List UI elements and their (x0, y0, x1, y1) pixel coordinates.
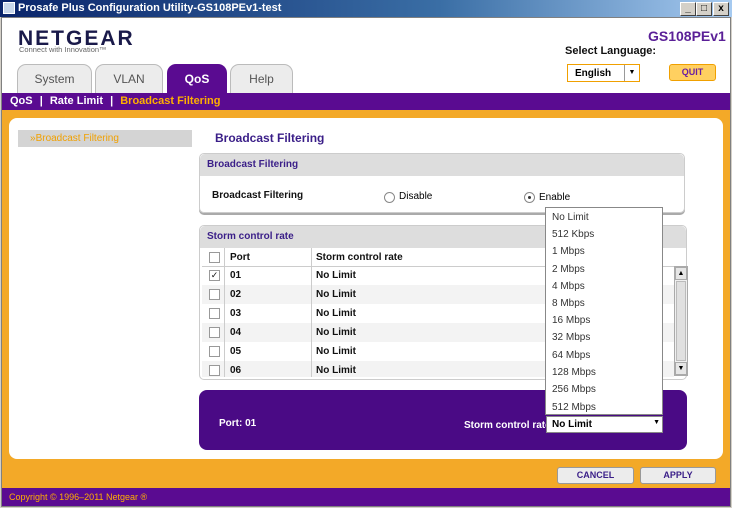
cancel-button[interactable]: CANCEL (557, 467, 634, 484)
column-divider (224, 248, 225, 377)
table-scrollbar[interactable]: ▲ ▼ (674, 266, 688, 376)
row-checkbox[interactable]: ✓ (209, 270, 220, 281)
broadcast-filtering-label: Broadcast Filtering (212, 190, 304, 201)
column-header-port: Port (230, 252, 250, 263)
column-divider (311, 248, 312, 377)
leftnav-item-broadcast-filtering[interactable]: »Broadcast Filtering (18, 130, 192, 147)
minimize-button[interactable]: _ (680, 2, 696, 16)
dropdown-option[interactable]: 128 Mbps (552, 367, 596, 378)
chevron-down-icon: ▼ (653, 419, 660, 426)
port-cell: 02 (230, 289, 242, 300)
scroll-thumb[interactable] (676, 281, 686, 361)
submenu-rate-limit[interactable]: Rate Limit (50, 95, 103, 107)
tab-vlan[interactable]: VLAN (95, 64, 163, 93)
submenu-separator: | (110, 95, 114, 107)
enable-radio[interactable] (524, 192, 535, 203)
port-cell: 05 (230, 346, 242, 357)
rate-cell: No Limit (316, 289, 356, 300)
leftnav-label: Broadcast Filtering (35, 133, 119, 144)
row-checkbox[interactable] (209, 308, 220, 319)
dropdown-option[interactable]: 1 Mbps (552, 246, 585, 257)
dropdown-option[interactable]: 256 Mbps (552, 384, 596, 395)
selected-port-label: Port: 01 (219, 418, 257, 429)
chevron-down-icon: ▼ (624, 65, 639, 81)
port-cell: 01 (230, 270, 242, 281)
window-title: Prosafe Plus Configuration Utility-GS108… (18, 2, 282, 14)
tab-qos[interactable]: QoS (167, 64, 227, 93)
dropdown-option[interactable]: 16 Mbps (552, 315, 590, 326)
broadcast-box-header: Broadcast Filtering (200, 154, 684, 176)
dropdown-option[interactable]: No Limit (552, 212, 589, 223)
device-model: GS108PEv1 (648, 28, 726, 44)
rate-cell: No Limit (316, 365, 356, 376)
footer-copyright: Copyright © 1996–2011 Netgear ® (2, 488, 730, 506)
port-cell: 04 (230, 327, 242, 338)
dropdown-option[interactable]: 4 Mbps (552, 281, 585, 292)
tab-help[interactable]: Help (230, 64, 293, 93)
enable-label: Enable (539, 192, 571, 203)
language-value: English (575, 68, 612, 79)
language-select[interactable]: English ▼ (567, 64, 640, 82)
select-all-checkbox[interactable] (209, 252, 220, 263)
submenu-bar: QoS | Rate Limit | Broadcast Filtering (2, 93, 730, 110)
tab-system[interactable]: System (17, 64, 92, 93)
apply-button[interactable]: APPLY (640, 467, 716, 484)
rate-cell: No Limit (316, 308, 356, 319)
port-cell: 06 (230, 365, 242, 376)
dropdown-option[interactable]: 512 Kbps (552, 229, 594, 240)
close-button[interactable]: x (713, 2, 729, 16)
submenu-separator: | (39, 95, 43, 107)
storm-rate-select[interactable]: No Limit ▼ (546, 416, 663, 433)
storm-rate-dropdown-list[interactable]: No Limit 512 Kbps 1 Mbps 2 Mbps 4 Mbps 8… (545, 207, 663, 415)
dropdown-option[interactable]: 32 Mbps (552, 332, 590, 343)
storm-rate-value: No Limit (552, 419, 592, 430)
app-icon (3, 2, 15, 14)
row-checkbox[interactable] (209, 365, 220, 376)
dropdown-option[interactable]: 2 Mbps (552, 264, 585, 275)
maximize-button[interactable]: □ (696, 2, 712, 16)
port-cell: 03 (230, 308, 242, 319)
page-title: Broadcast Filtering (215, 131, 325, 145)
dropdown-option[interactable]: 8 Mbps (552, 298, 585, 309)
row-checkbox[interactable] (209, 346, 220, 357)
rate-cell: No Limit (316, 327, 356, 338)
disable-radio[interactable] (384, 192, 395, 203)
disable-label: Disable (399, 191, 433, 202)
language-label: Select Language: (565, 45, 657, 57)
rate-cell: No Limit (316, 346, 356, 357)
dropdown-option[interactable]: 64 Mbps (552, 350, 590, 361)
submenu-broadcast-filtering[interactable]: Broadcast Filtering (120, 95, 220, 107)
quit-button[interactable]: QUIT (669, 64, 716, 81)
scroll-up-icon[interactable]: ▲ (675, 267, 687, 280)
row-checkbox[interactable] (209, 327, 220, 338)
storm-rate-label: Storm control rate (464, 420, 551, 431)
broadcast-filtering-box: Broadcast Filtering (199, 153, 685, 213)
window-titlebar: Prosafe Plus Configuration Utility-GS108… (0, 0, 732, 17)
column-header-rate: Storm control rate (316, 252, 403, 263)
submenu-qos[interactable]: QoS (10, 95, 33, 107)
row-checkbox[interactable] (209, 289, 220, 300)
scroll-down-icon[interactable]: ▼ (675, 362, 687, 375)
logo-tagline: Connect with Innovation™ (19, 45, 107, 54)
dropdown-option[interactable]: 512 Mbps (552, 402, 596, 413)
rate-cell: No Limit (316, 270, 356, 281)
